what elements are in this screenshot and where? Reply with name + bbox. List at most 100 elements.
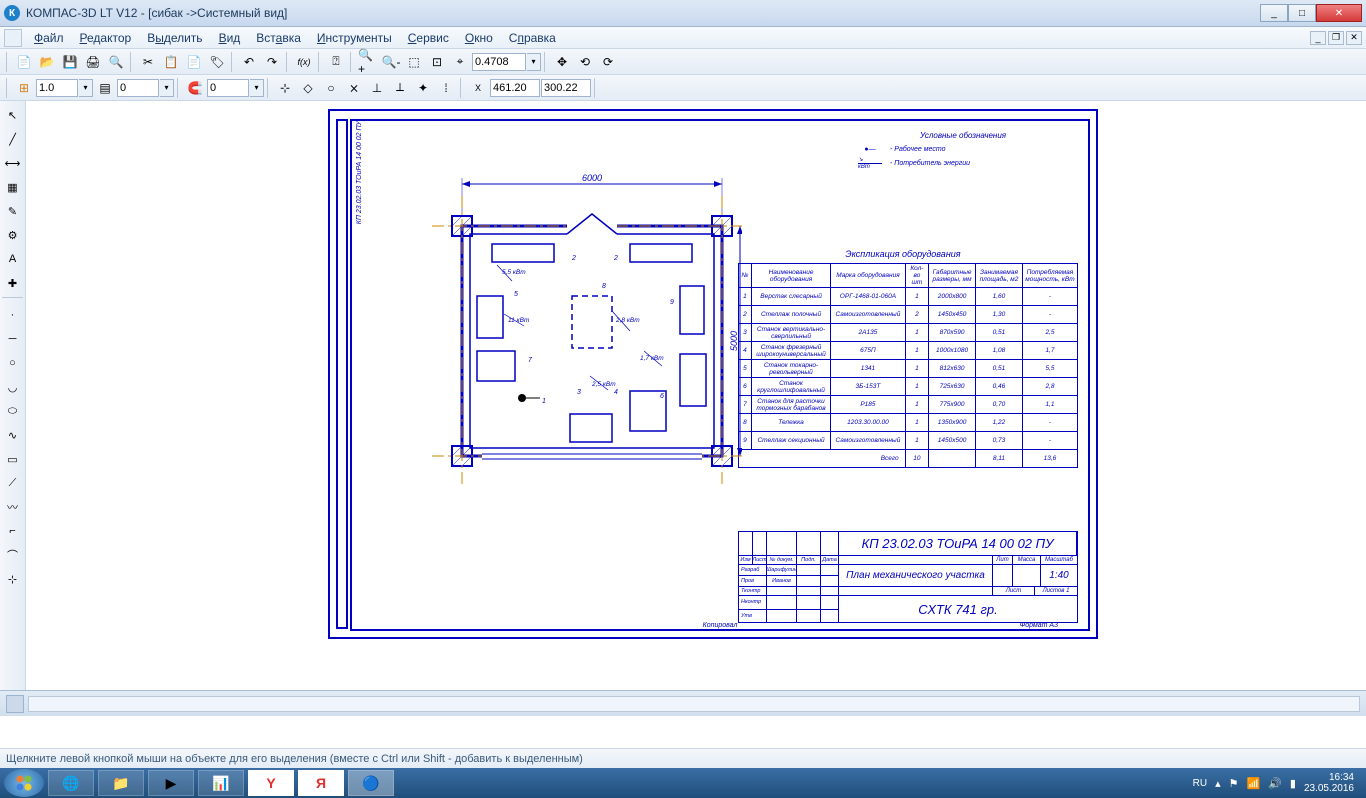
lang-indicator[interactable]: RU [1193,778,1207,789]
property-icon[interactable] [6,695,24,713]
point-tool-icon[interactable]: · [2,304,24,326]
new-doc-icon[interactable] [4,29,22,47]
task-explorer[interactable]: 📁 [98,770,144,796]
preview-button[interactable]: 🔍 [105,51,127,73]
mdi-restore[interactable]: ❐ [1328,31,1344,45]
previous-view-button[interactable]: ⟲ [574,51,596,73]
start-button[interactable] [4,769,44,797]
segment-tool-icon[interactable]: ─ [2,328,24,350]
clock[interactable]: 16:34 23.05.2016 [1304,772,1354,794]
snap-button[interactable]: 🧲 [184,77,206,99]
snap-tangent-icon[interactable]: ⊥ [366,77,388,99]
axis-tool-icon[interactable]: ⊹ [2,568,24,590]
mdi-minimize[interactable]: _ [1310,31,1326,45]
snap-perp-icon[interactable]: ⟂ [389,77,411,99]
snap-center-icon[interactable]: ○ [320,77,342,99]
rect-tool-icon[interactable]: ▭ [2,448,24,470]
circle-tool-icon[interactable]: ○ [2,352,24,374]
paste-button[interactable]: 📄 [183,51,205,73]
tray-volume-icon[interactable]: 🔊 [1268,777,1282,790]
task-kompas[interactable]: 🔵 [348,770,394,796]
menu-select[interactable]: Выделить [139,29,210,47]
zoom-target-button[interactable]: ⌖ [449,51,471,73]
edit-tool-icon[interactable]: ✎ [2,200,24,222]
redraw-button[interactable]: ⟳ [597,51,619,73]
zoom-out-button[interactable]: 🔍- [380,51,402,73]
menu-service[interactable]: Сервис [400,29,457,47]
help-cursor-button[interactable]: ⍰ [325,51,347,73]
spline-tool-icon[interactable]: ∿ [2,424,24,446]
pan-button[interactable]: ✥ [551,51,573,73]
close-button[interactable]: ✕ [1316,4,1362,22]
open-button[interactable]: 📂 [36,51,58,73]
polyline-tool-icon[interactable]: ⟋ [2,472,24,494]
copy-button[interactable]: 📋 [160,51,182,73]
zoom-window-button[interactable]: ⬚ [403,51,425,73]
task-yandex2[interactable]: Я [298,770,344,796]
spin-input[interactable] [117,79,159,97]
menu-window[interactable]: Окно [457,29,501,47]
minimize-button[interactable]: _ [1260,4,1288,22]
tray-battery-icon[interactable]: ▮ [1290,777,1296,790]
undo-button[interactable]: ↶ [238,51,260,73]
measure-tool-icon[interactable]: ✚ [2,272,24,294]
new-button[interactable]: 📄 [13,51,35,73]
select-tool-icon[interactable]: ↖ [2,104,24,126]
line-width-input[interactable] [36,79,78,97]
tray-network-icon[interactable]: 📶 [1246,777,1260,790]
legend-item-2: - Потребитель энергии [890,160,970,167]
step-dropdown[interactable]: ▾ [250,79,264,97]
svg-text:1: 1 [542,398,546,405]
task-ie[interactable]: 🌐 [48,770,94,796]
print-button[interactable]: 🖨 [82,51,104,73]
line-width-dropdown[interactable]: ▾ [79,79,93,97]
snap-mid-icon[interactable]: ◇ [297,77,319,99]
text-tool-icon[interactable]: A [2,248,24,270]
menu-help[interactable]: Справка [501,29,564,47]
zoom-in-button[interactable]: 🔍+ [357,51,379,73]
chamfer-tool-icon[interactable]: ⌐ [2,520,24,542]
coord-x-input[interactable] [490,79,540,97]
step-input[interactable] [207,79,249,97]
layer-button[interactable]: ▤ [94,77,116,99]
snap-near-icon[interactable]: ✦ [412,77,434,99]
zoom-dropdown[interactable]: ▾ [527,53,541,71]
snap-grid-icon[interactable]: ⁞ [435,77,457,99]
hatch-tool-icon[interactable]: ▦ [2,176,24,198]
task-yandex[interactable]: Y [248,770,294,796]
mdi-close[interactable]: ✕ [1346,31,1362,45]
task-media[interactable]: ▶ [148,770,194,796]
task-office[interactable]: 📊 [198,770,244,796]
bezier-tool-icon[interactable]: 〰 [2,496,24,518]
properties-button[interactable]: 🏷 [206,51,228,73]
menu-tools[interactable]: Инструменты [309,29,400,47]
fx-button[interactable]: f(x) [293,51,315,73]
menu-view[interactable]: Вид [211,29,249,47]
snap-intersect-icon[interactable]: ⨯ [343,77,365,99]
menu-insert[interactable]: Вставка [248,29,309,47]
tray-up-icon[interactable]: ▴ [1215,777,1221,790]
drawing-canvas[interactable]: КП 23.02.03 ТОиРА 14 00 02 ПУ Условные о… [26,101,1366,690]
menu-editor[interactable]: Редактор [72,29,140,47]
grid-button[interactable]: ⊞ [13,77,35,99]
redo-button[interactable]: ↷ [261,51,283,73]
coord-y-input[interactable] [541,79,591,97]
property-field[interactable] [28,696,1360,712]
ellipse-tool-icon[interactable]: ⬭ [2,400,24,422]
param-tool-icon[interactable]: ⚙ [2,224,24,246]
cut-button[interactable]: ✂ [137,51,159,73]
fillet-tool-icon[interactable]: ⌒ [2,544,24,566]
dimension-tool-icon[interactable]: ⟷ [2,152,24,174]
svg-text:7: 7 [528,357,533,364]
spin-dropdown[interactable]: ▾ [160,79,174,97]
zoom-fit-button[interactable]: ⊡ [426,51,448,73]
snap-end-icon[interactable]: ⊹ [274,77,296,99]
maximize-button[interactable]: □ [1288,4,1316,22]
line-tool-icon[interactable]: ╱ [2,128,24,150]
tray-flag-icon[interactable]: ⚑ [1229,777,1239,790]
zoom-input[interactable] [472,53,526,71]
save-button[interactable]: 💾 [59,51,81,73]
menu-file[interactable]: Файл [26,29,72,47]
col-area: Занимаемая площадь, м2 [976,264,1023,288]
arc-tool-icon[interactable]: ◡ [2,376,24,398]
